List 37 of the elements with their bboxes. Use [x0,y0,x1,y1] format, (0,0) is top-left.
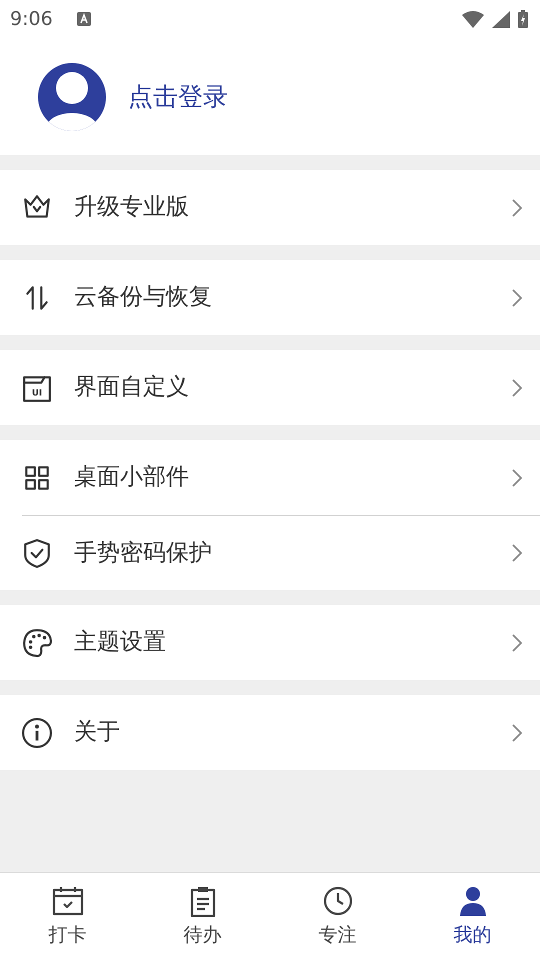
palette-icon [22,628,52,658]
chevron-right-icon [512,288,522,306]
clock-icon [322,885,354,917]
menu-item[interactable]: 升级专业版 [0,170,540,245]
menu-label: 界面自定义 [74,373,189,402]
menu-label: 桌面小部件 [74,463,189,492]
battery-icon [518,10,528,28]
calendar-icon [52,885,84,917]
chevron-right-icon [512,468,522,486]
menu-label: 关于 [74,718,120,748]
tab[interactable]: 专注 [270,873,405,960]
menu-item[interactable]: UI 界面自定义 [0,350,540,425]
chevron-right-icon [512,198,522,216]
menu-item[interactable]: 手势密码保护 [22,515,540,590]
status-time: 9:06 [10,6,53,32]
menu-item[interactable]: 桌面小部件 [0,440,540,515]
menu-item[interactable]: 主题设置 [0,605,540,680]
chevron-right-icon [512,378,522,396]
menu-label: 主题设置 [74,628,166,658]
chevron-right-icon [512,724,522,742]
menu-item[interactable]: 关于 [0,695,540,770]
menu-label: 云备份与恢复 [74,283,212,312]
tab[interactable]: 我的 [405,873,540,960]
keyboard-icon [76,12,91,26]
signal-icon [492,10,510,28]
chevron-right-icon [512,634,522,652]
info-icon [22,718,52,748]
tab[interactable]: 待办 [135,873,270,960]
menu-label: 手势密码保护 [74,538,212,568]
avatar-icon[interactable] [38,62,106,130]
chevron-right-icon [512,544,522,562]
login-link[interactable]: 点击登录 [128,78,228,116]
menu-label: 升级专业版 [74,193,189,222]
wifi-icon [462,10,484,28]
tab[interactable]: 打卡 [0,873,135,960]
menu-item[interactable]: 云备份与恢复 [0,260,540,335]
shield-check-icon [22,538,52,568]
